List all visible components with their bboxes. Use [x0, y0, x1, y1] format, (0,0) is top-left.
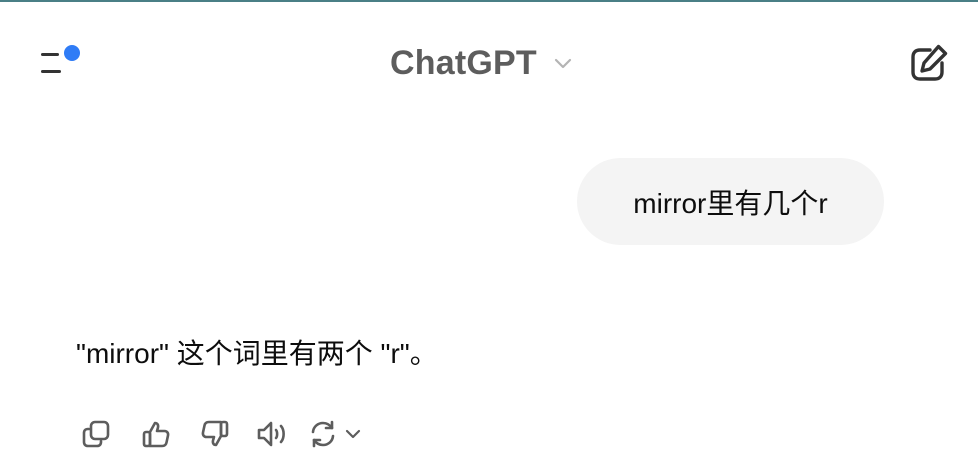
regenerate-button[interactable]: [307, 412, 367, 452]
chat-app: ChatGPT mirror里有几个r "mirror" 这个词里有两个 "r"…: [0, 0, 978, 452]
new-chat-button[interactable]: [902, 38, 954, 90]
sidebar-menu-button[interactable]: [36, 42, 88, 86]
chevron-down-icon: [553, 53, 573, 73]
message-action-bar: [76, 412, 367, 452]
assistant-message-text: "mirror" 这个词里有两个 "r"。: [76, 338, 438, 369]
read-aloud-button[interactable]: [251, 412, 293, 452]
good-response-button[interactable]: [136, 412, 176, 452]
regenerate-icon: [311, 420, 335, 448]
copy-icon: [82, 420, 110, 448]
new-chat-pencil-icon: [911, 44, 948, 81]
model-title: ChatGPT: [390, 43, 537, 82]
copy-button[interactable]: [76, 412, 116, 452]
thumbs-up-icon: [142, 421, 170, 448]
header-bar: ChatGPT: [0, 2, 978, 120]
menu-line-icon: [41, 70, 61, 73]
speaker-icon: [257, 421, 285, 447]
user-message-bubble: mirror里有几个r: [577, 158, 884, 245]
bad-response-button[interactable]: [194, 412, 236, 452]
model-selector[interactable]: ChatGPT: [390, 40, 573, 86]
notification-dot: [64, 45, 80, 61]
user-message-text: mirror里有几个r: [633, 187, 828, 219]
chevron-down-icon: [345, 429, 361, 439]
thumbs-down-icon: [201, 420, 229, 447]
menu-line-icon: [41, 53, 59, 56]
